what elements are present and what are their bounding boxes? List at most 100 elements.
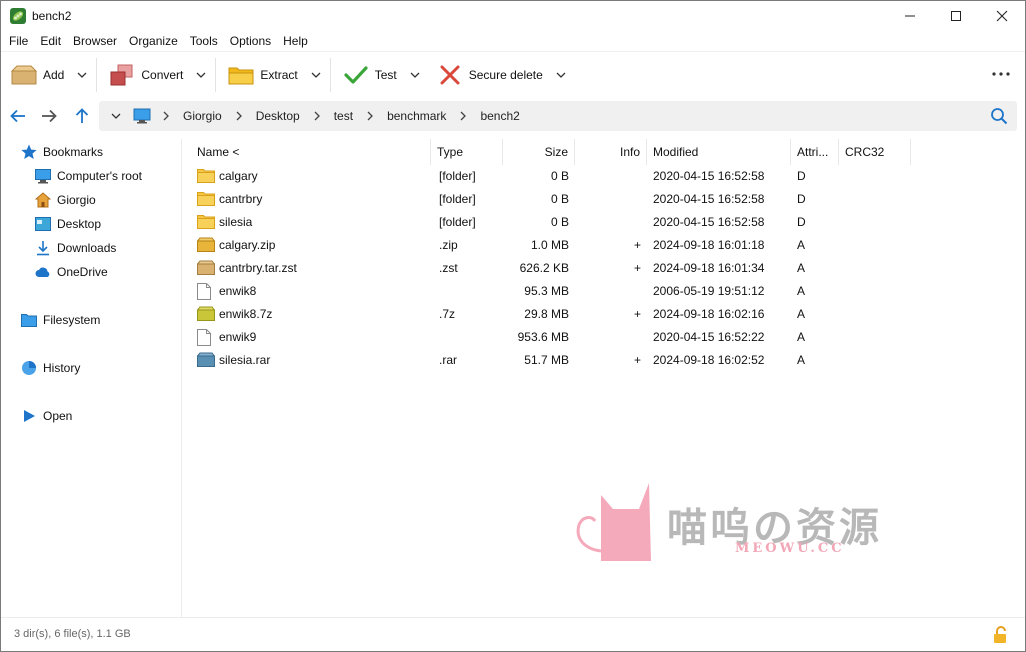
menu-help[interactable]: Help: [277, 31, 314, 51]
breadcrumb-giorgio[interactable]: Giorgio: [177, 109, 228, 123]
sidebar-item-onedrive[interactable]: OneDrive: [35, 262, 108, 282]
user-home-icon: [35, 192, 51, 208]
app-window: bench2 File Edit Browser Organize Tools …: [0, 0, 1026, 652]
more-options-button[interactable]: [991, 66, 1011, 82]
file-info: [575, 165, 641, 188]
sidebar-history[interactable]: History: [21, 358, 80, 378]
table-row[interactable]: cantrbry.tar.zst .zst 626.2 KB +2024-09-18 …: [183, 257, 943, 280]
breadcrumb-bench2[interactable]: bench2: [474, 109, 525, 123]
arrow-up-icon: [75, 108, 89, 123]
sidebar-item-computers-root[interactable]: Computer's root: [35, 166, 142, 186]
menu-options[interactable]: Options: [224, 31, 277, 51]
menu-tools[interactable]: Tools: [184, 31, 224, 51]
minimize-button[interactable]: [887, 1, 933, 31]
convert-dropdown[interactable]: [189, 57, 213, 93]
file-info: +: [633, 261, 641, 275]
column-headers: Name < Type Size Info Modified Attri... …: [183, 139, 1026, 165]
cat-logo-icon: [576, 483, 651, 561]
peazip-app-icon: [10, 8, 26, 24]
menu-bar: File Edit Browser Organize Tools Options…: [1, 31, 314, 51]
up-button[interactable]: [71, 105, 93, 127]
file-size: 0 B: [550, 215, 569, 229]
status-bar: 3 dir(s), 6 file(s), 1.1 GB: [1, 617, 1025, 651]
forward-button[interactable]: [38, 105, 60, 127]
add-label: Add: [43, 67, 65, 82]
table-row[interactable]: silesia.rar .rar 51.7 MB +2024-09-18 16:02:…: [183, 349, 943, 372]
extract-button[interactable]: Extract: [218, 57, 303, 93]
toolbar-separator: [215, 57, 217, 92]
zst-archive-icon: [196, 260, 216, 276]
computer-icon[interactable]: [133, 108, 151, 124]
unlock-icon[interactable]: [993, 626, 1009, 644]
file-attributes: A: [797, 330, 806, 344]
address-bar[interactable]: Giorgio Desktop test benchmark bench2: [99, 101, 1017, 131]
close-button[interactable]: [979, 1, 1025, 31]
history-dropdown[interactable]: [109, 109, 123, 123]
convert-label: Convert: [141, 67, 184, 82]
file-size: 95.3 MB: [524, 284, 569, 298]
column-header-attributes[interactable]: Attri...: [791, 139, 839, 165]
file-info: [575, 280, 641, 303]
download-icon: [35, 240, 51, 256]
column-header-size[interactable]: Size: [503, 139, 575, 165]
table-row[interactable]: calgary [folder] 0 B 2020-04-15 16:52:58 D: [183, 165, 943, 188]
add-dropdown[interactable]: [70, 57, 94, 93]
menu-edit[interactable]: Edit: [34, 31, 67, 51]
sidebar-item-label: OneDrive: [57, 265, 108, 279]
sidebar-open-label: Open: [43, 409, 73, 423]
toolbar-separator: [96, 57, 98, 92]
sidebar-bookmarks[interactable]: Bookmarks: [21, 142, 103, 162]
chevron-down-icon: [77, 72, 87, 78]
menu-browser[interactable]: Browser: [67, 31, 123, 51]
sidebar-item-desktop[interactable]: Desktop: [35, 214, 101, 234]
desktop-icon: [35, 216, 51, 232]
play-icon: [21, 408, 37, 424]
title-bar: bench2: [1, 1, 1025, 31]
table-row[interactable]: calgary.zip .zip 1.0 MB +2024-09-18 16:01:1…: [183, 234, 943, 257]
sidebar-item-downloads[interactable]: Downloads: [35, 238, 116, 258]
back-button[interactable]: [7, 105, 29, 127]
arrow-left-icon: [10, 109, 25, 123]
extract-dropdown[interactable]: [304, 57, 328, 93]
breadcrumb-benchmark[interactable]: benchmark: [381, 109, 452, 123]
table-row[interactable]: enwik8.7z .7z 29.8 MB +2024-09-18 16:02:16 A: [183, 303, 943, 326]
table-row[interactable]: silesia [folder] 0 B 2020-04-15 16:52:58 D: [183, 211, 943, 234]
file-info: +: [633, 353, 641, 367]
test-button[interactable]: Test: [333, 57, 403, 93]
sidebar-item-giorgio[interactable]: Giorgio: [35, 190, 96, 210]
table-row[interactable]: enwik9 953.6 MB 2020-04-15 16:52:22 A: [183, 326, 943, 349]
file-modified: 2024-09-18 16:02:52: [653, 353, 765, 367]
add-button[interactable]: Add: [1, 57, 70, 93]
add-archive-icon: [11, 64, 37, 86]
breadcrumb-desktop[interactable]: Desktop: [250, 109, 306, 123]
file-info: +: [633, 238, 641, 252]
column-header-info[interactable]: Info: [575, 139, 647, 165]
column-header-name[interactable]: Name <: [191, 139, 431, 165]
search-button[interactable]: [989, 106, 1009, 126]
test-dropdown[interactable]: [403, 57, 427, 93]
column-header-type[interactable]: Type: [431, 139, 503, 165]
table-row[interactable]: enwik8 95.3 MB 2006-05-19 19:51:12 A: [183, 280, 943, 303]
file-type: .zst: [439, 261, 458, 275]
chevron-down-icon: [196, 72, 206, 78]
column-header-crc32[interactable]: CRC32: [839, 139, 911, 165]
sidebar-filesystem[interactable]: Filesystem: [21, 310, 100, 330]
chevron-right-icon: [232, 109, 246, 123]
column-header-modified[interactable]: Modified: [647, 139, 791, 165]
breadcrumb-test[interactable]: test: [328, 109, 359, 123]
maximize-button[interactable]: [933, 1, 979, 31]
secure-delete-button[interactable]: Secure delete: [427, 57, 549, 93]
file-size: 1.0 MB: [530, 238, 569, 252]
menu-organize[interactable]: Organize: [123, 31, 184, 51]
menu-file[interactable]: File: [3, 31, 34, 51]
file-attributes: A: [797, 353, 806, 367]
sidebar-open[interactable]: Open: [21, 406, 72, 426]
folder-icon: [197, 214, 215, 230]
table-row[interactable]: cantrbry [folder] 0 B 2020-04-15 16:52:58 D: [183, 188, 943, 211]
convert-button[interactable]: Convert: [99, 57, 189, 93]
file-name: enwik8.7z: [219, 307, 273, 321]
file-modified: 2024-09-18 16:01:34: [653, 261, 765, 275]
file-info: [575, 326, 641, 349]
star-icon: [21, 144, 37, 160]
secure-delete-dropdown[interactable]: [549, 57, 573, 93]
